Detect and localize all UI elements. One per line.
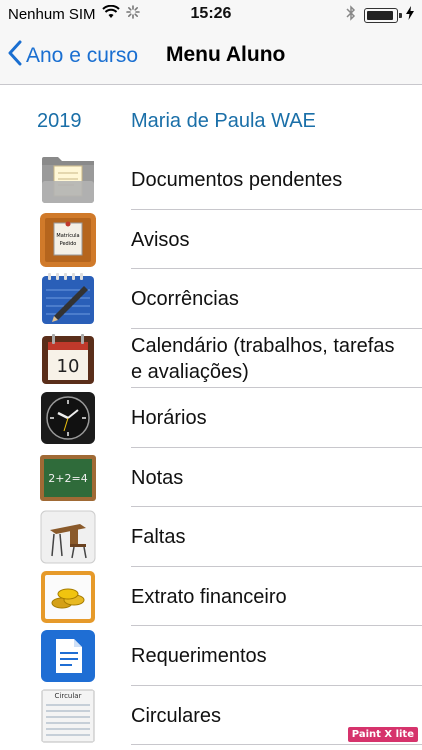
menu-item-label: Avisos (131, 228, 190, 251)
clock-icon (40, 391, 96, 445)
menu-item-label: Horários (131, 407, 207, 429)
student-header: 2019 Maria de Paula WAE (0, 86, 422, 150)
menu-item-label: Faltas (131, 526, 186, 548)
menu-item-documentos-pendentes[interactable]: Documentos pendentes (0, 150, 422, 210)
menu-item-label: Ocorrências (131, 288, 239, 310)
menu-item-horarios[interactable]: Horários (0, 388, 422, 448)
calendar-day: 10 (57, 356, 80, 377)
notice-board-icon: Matrícula Pedido (40, 212, 96, 267)
navigation-bar: Ano e curso Menu Aluno (0, 28, 422, 85)
menu-item-faltas[interactable]: Faltas (0, 507, 422, 567)
status-right (346, 5, 414, 26)
coins-icon (40, 570, 96, 624)
back-button[interactable]: Ano e curso (8, 40, 138, 72)
school-year: 2019 (37, 110, 82, 132)
notice-text-2: Pedido (60, 241, 77, 247)
notice-text-1: Matrícula (56, 232, 79, 239)
menu-item-label-line1: Calendário (trabalhos, tarefas (131, 334, 395, 357)
circular-paper-icon: Circular (40, 689, 96, 743)
menu-item-label-line2: e avaliações) (131, 360, 249, 383)
menu-item-notas[interactable]: 2+2=4 Notas (0, 448, 422, 507)
menu-item-avisos[interactable]: Matrícula Pedido Avisos (0, 210, 422, 269)
watermark-badge: Paint X lite (347, 727, 418, 742)
menu-item-extrato-financeiro[interactable]: Extrato financeiro (0, 567, 422, 626)
menu-item-label: Extrato financeiro (131, 585, 287, 608)
charging-bolt-icon (406, 6, 414, 25)
folder-icon (40, 153, 96, 207)
calendar-icon: 10 (40, 332, 96, 386)
row-divider (131, 744, 422, 745)
student-name: Maria de Paula WAE (131, 110, 316, 132)
battery-icon (364, 8, 402, 23)
menu-item-label: Notas (131, 466, 184, 489)
menu-item-calendario[interactable]: 10 Calendário (trabalhos, tarefas e aval… (0, 329, 422, 388)
chevron-left-icon (8, 40, 22, 72)
menu-item-ocorrencias[interactable]: Ocorrências (0, 269, 422, 329)
school-desk-icon (40, 510, 96, 564)
menu-list: 2019 Maria de Paula WAE Documentos pende… (0, 86, 422, 745)
chalkboard-icon: 2+2=4 (40, 451, 96, 505)
circular-icon-text: Circular (55, 692, 82, 700)
status-bar: Nenhum SIM 15:26 (0, 0, 422, 28)
back-button-label: Ano e curso (26, 44, 139, 67)
bluetooth-icon (346, 5, 356, 26)
notepad-pen-icon (40, 272, 96, 326)
menu-item-label: Circulares (131, 704, 222, 727)
page-title: Menu Aluno (166, 43, 286, 66)
menu-item-label: Calendário (trabalhos, tarefas e avaliaç… (131, 333, 394, 385)
menu-item-requerimentos[interactable]: Requerimentos (0, 626, 422, 686)
menu-item-label: Documentos pendentes (131, 169, 343, 191)
chalkboard-text: 2+2=4 (48, 472, 87, 485)
menu-item-label: Requerimentos (131, 645, 267, 667)
document-icon (40, 629, 96, 683)
